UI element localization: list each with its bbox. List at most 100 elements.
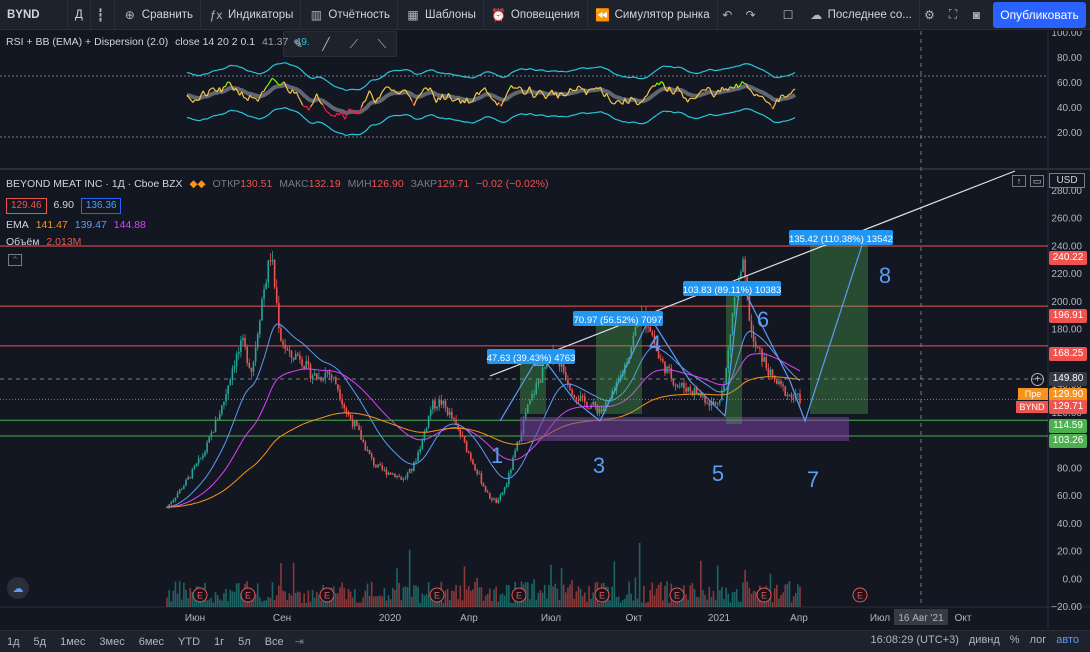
range-button[interactable]: 1д bbox=[0, 636, 27, 648]
volume-bar bbox=[451, 590, 453, 607]
volume-bar bbox=[463, 566, 466, 607]
cloud-icon: ☁ bbox=[810, 7, 823, 22]
alerts-button[interactable]: ⏰ Оповещения bbox=[484, 0, 588, 30]
clock-time[interactable]: 16:08:29 (UTC+3) bbox=[866, 634, 964, 646]
range-button[interactable]: 6мес bbox=[132, 636, 171, 648]
volume-bar bbox=[716, 565, 719, 607]
volume-bar bbox=[719, 590, 721, 607]
candle-body bbox=[647, 326, 649, 328]
candle-body bbox=[347, 413, 350, 415]
candle-body bbox=[199, 457, 202, 459]
currency-button[interactable]: USD bbox=[1049, 173, 1085, 188]
gear-icon: ⚙ bbox=[924, 7, 935, 22]
candle-body bbox=[417, 452, 419, 462]
candle-body bbox=[482, 483, 485, 487]
range-button[interactable]: 3мес bbox=[92, 636, 131, 648]
candle-body bbox=[419, 449, 421, 453]
candle-body bbox=[510, 469, 512, 474]
candle-body bbox=[349, 414, 352, 420]
volume-bar bbox=[792, 596, 795, 607]
range-button[interactable]: 5л bbox=[231, 636, 258, 648]
candle-body bbox=[505, 484, 508, 488]
volume-bar bbox=[261, 601, 263, 607]
range-button[interactable]: Все bbox=[258, 636, 291, 648]
chart-style-button[interactable]: ┇ bbox=[91, 0, 115, 30]
saved-layout-button[interactable]: ☁ Последнее со... bbox=[802, 0, 920, 30]
volume-bar bbox=[286, 599, 289, 607]
candle-body bbox=[313, 373, 316, 376]
wave-label[interactable]: 7 bbox=[807, 467, 819, 492]
candle-body bbox=[771, 369, 774, 376]
add-alert-plus-icon[interactable]: + bbox=[1031, 373, 1044, 386]
square-icon: ☐ bbox=[782, 7, 794, 22]
volume-bar bbox=[586, 601, 588, 607]
brush-icon[interactable]: ╱ bbox=[312, 32, 340, 56]
volume-bar bbox=[560, 568, 563, 607]
snapshot-button[interactable]: ◙ bbox=[967, 0, 990, 30]
candle-body bbox=[782, 384, 784, 387]
range-button[interactable]: YTD bbox=[171, 636, 207, 648]
goto-date-icon[interactable]: ⇥ bbox=[291, 635, 308, 648]
redo-button[interactable]: ↷ bbox=[741, 0, 764, 30]
percent-toggle[interactable]: % bbox=[1005, 634, 1025, 646]
measure-label[interactable]: 103.83 (89.11%) 10383 bbox=[683, 285, 782, 296]
fullscreen-button[interactable]: ⛶ bbox=[943, 0, 966, 30]
alarm-clock-icon: ⏰ bbox=[491, 7, 507, 22]
compare-button[interactable]: ⊕ Сравнить bbox=[115, 0, 202, 30]
volume-bar bbox=[662, 600, 664, 607]
volume-bar bbox=[465, 589, 468, 607]
log-toggle[interactable]: лог bbox=[1025, 634, 1052, 646]
layout-select-button[interactable]: ☐ bbox=[778, 0, 801, 30]
wave-label[interactable]: 8 bbox=[879, 263, 891, 288]
volume-bar bbox=[773, 588, 776, 607]
auto-toggle[interactable]: авто bbox=[1051, 634, 1084, 646]
volume-bar bbox=[489, 588, 491, 607]
ruler-icon[interactable]: ⟍ bbox=[368, 32, 396, 56]
publish-button[interactable]: Опубликовать bbox=[993, 2, 1086, 28]
measure-label[interactable]: 47.63 (39.43%) 4763 bbox=[487, 353, 576, 364]
volume-bar bbox=[385, 600, 388, 607]
range-button[interactable]: 5д bbox=[27, 636, 54, 648]
volume-bar bbox=[419, 602, 421, 607]
volume-bar bbox=[212, 602, 215, 607]
collapse-legend-button[interactable]: ⌃ bbox=[8, 254, 22, 266]
indicators-button[interactable]: ƒx Индикаторы bbox=[201, 0, 302, 30]
volume-bar bbox=[664, 585, 666, 607]
candle-body bbox=[195, 463, 198, 467]
templates-button[interactable]: ▦ Шаблоны bbox=[398, 0, 484, 30]
volume-bar bbox=[581, 595, 584, 607]
wave-label[interactable]: 1 bbox=[491, 443, 503, 468]
rsi-line-seg bbox=[454, 99, 457, 102]
financials-button[interactable]: ▥ Отчётность bbox=[301, 0, 399, 30]
replay-button[interactable]: ⏪ Симулятор рынка bbox=[588, 0, 718, 30]
volume-bar bbox=[619, 602, 622, 607]
volume-bar bbox=[305, 602, 308, 607]
scroll-up-button[interactable]: ↑ bbox=[1012, 175, 1026, 187]
chart-canvas[interactable]: 100.0080.0060.0040.0020.00 280.00260.002… bbox=[0, 31, 1090, 629]
candle-body bbox=[358, 425, 360, 431]
wave-label[interactable]: 6 bbox=[757, 307, 769, 332]
spread-value: 6.90 bbox=[53, 199, 74, 211]
measure-label[interactable]: 70.97 (56.52%) 7097 bbox=[574, 315, 663, 326]
measure-label[interactable]: 135.42 (110.38%) 13542 bbox=[789, 234, 893, 245]
symbol-search[interactable]: BYND bbox=[0, 0, 68, 30]
maximize-pane-button[interactable]: ▭ bbox=[1030, 175, 1044, 187]
rsi-line-seg bbox=[253, 97, 257, 100]
candle-body bbox=[242, 337, 244, 341]
undo-button[interactable]: ↶ bbox=[718, 0, 741, 30]
wave-label[interactable]: 5 bbox=[712, 461, 724, 486]
range-button[interactable]: 1мес bbox=[53, 636, 92, 648]
candle-body bbox=[282, 341, 284, 345]
interval-button[interactable]: Д bbox=[68, 0, 92, 30]
dividends-toggle[interactable]: дивнд bbox=[964, 634, 1005, 646]
wave-label[interactable]: 4 bbox=[649, 331, 661, 356]
range-button[interactable]: 1г bbox=[207, 636, 231, 648]
volume-bar bbox=[626, 594, 628, 607]
wave-label[interactable]: 3 bbox=[593, 453, 605, 478]
line-icon[interactable]: ⟋ bbox=[340, 32, 368, 56]
settings-button[interactable]: ⚙ bbox=[920, 0, 943, 30]
volume-bar bbox=[598, 602, 601, 607]
top-toolbar: BYND Д ┇ ⊕ Сравнить ƒx Индикаторы ▥ Отчётно… bbox=[0, 0, 1090, 30]
volume-bar bbox=[318, 595, 320, 607]
